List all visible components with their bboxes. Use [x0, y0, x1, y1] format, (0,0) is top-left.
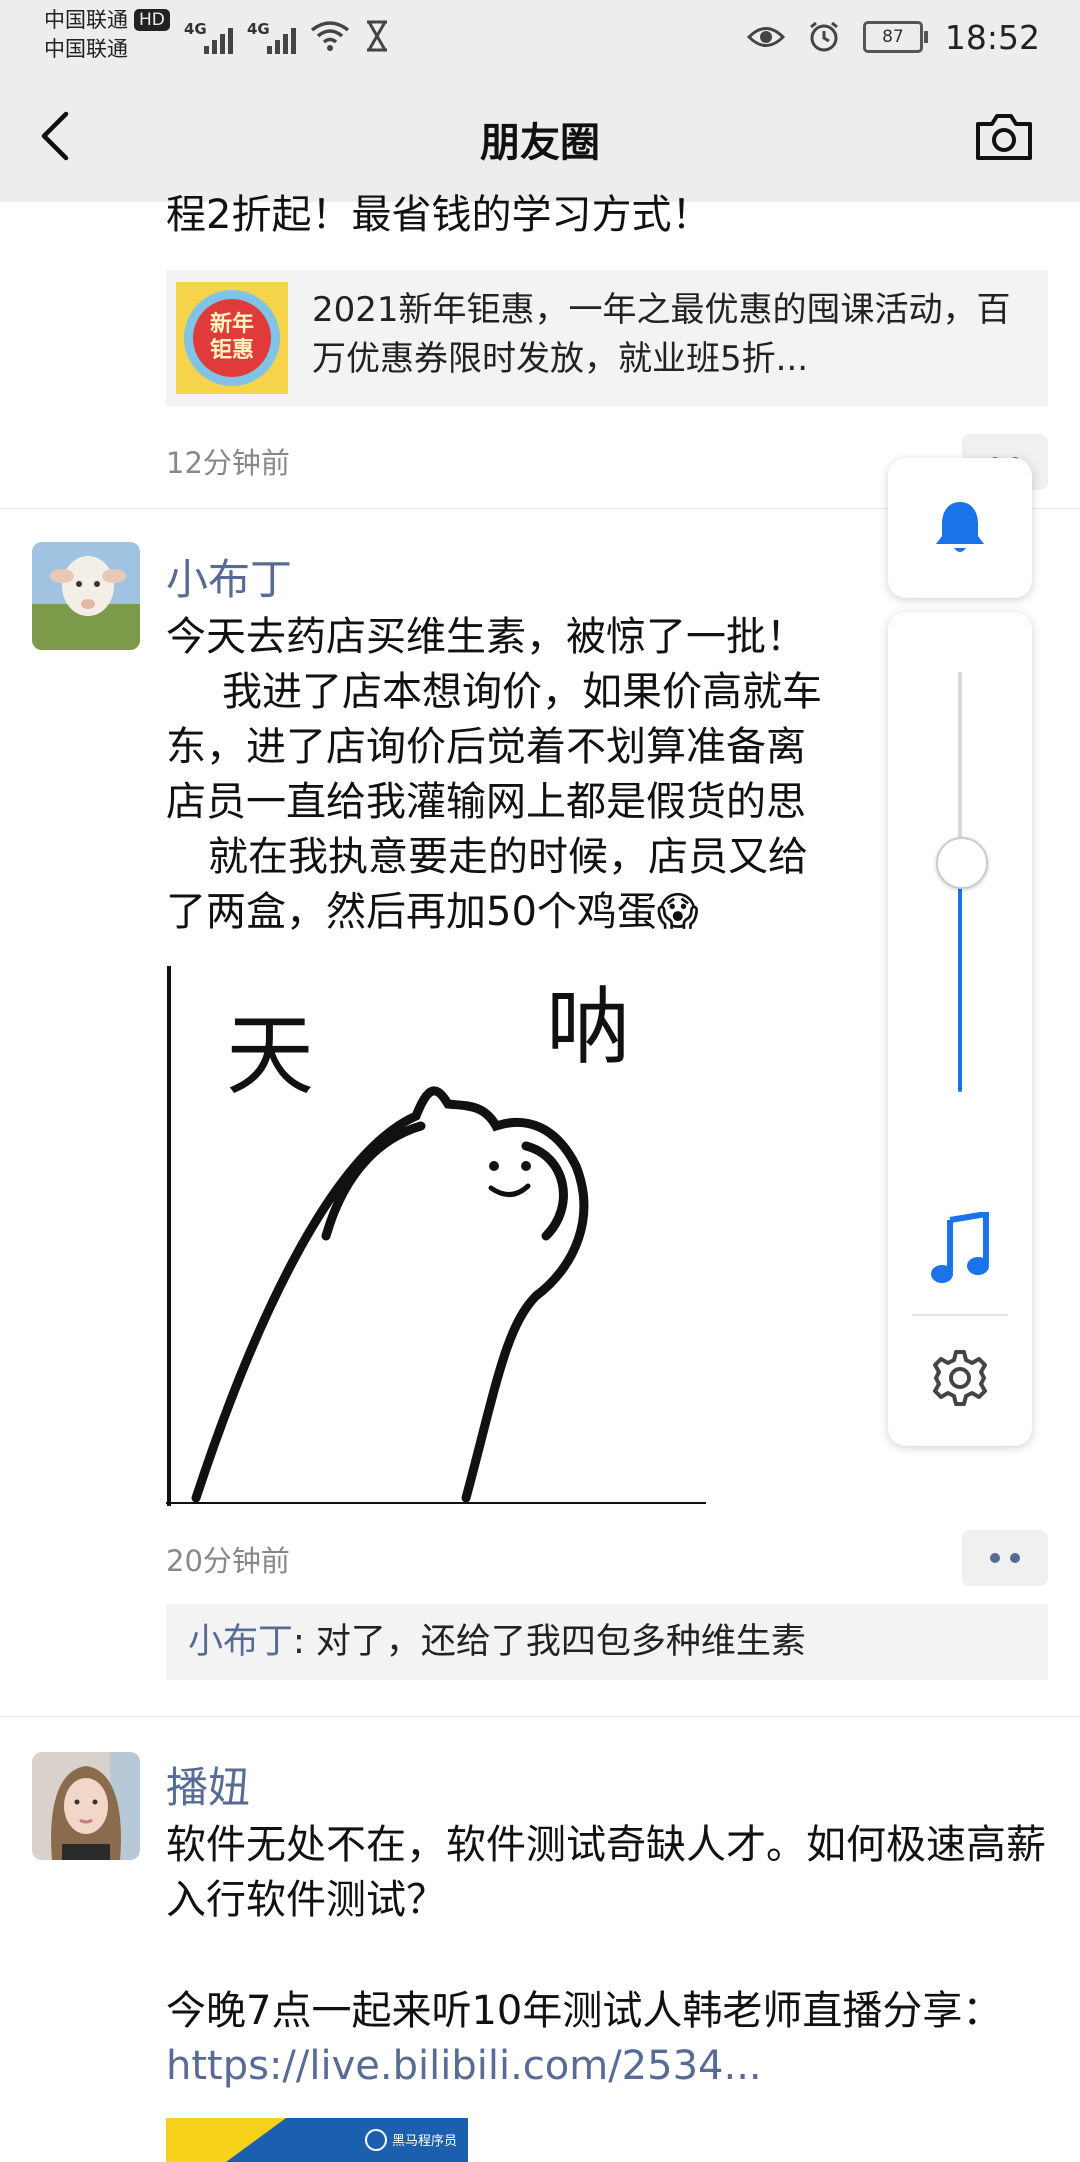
post-line-2: 我进了店本想询价，如果价高就车 — [222, 669, 822, 715]
bell-icon — [936, 502, 984, 552]
post-divider — [0, 1716, 1080, 1717]
post-line-1: 今天去药店买维生素，被惊了一批！ — [166, 614, 806, 660]
post-text-2: 今晚7点一起来听10年测试人韩老师直播分享： https://live.bilib… — [166, 1984, 1046, 2094]
sheep-avatar-image — [32, 542, 140, 650]
post-text-tail: 程2折起！最省钱的学习方式！ — [166, 192, 712, 238]
post-time: 20分钟前 — [166, 1544, 290, 1578]
post-line-4: 店员一直给我灌输网上都是假货的思 — [166, 779, 806, 825]
signal-icons: 4G 4G — [184, 14, 390, 58]
post-time: 12分钟前 — [166, 446, 290, 480]
music-note-icon[interactable] — [928, 1212, 992, 1288]
post-line-6: 了两盒，然后再加50个鸡蛋😱 — [166, 889, 699, 935]
thumb-label: 黑马程序员 — [392, 2134, 457, 2149]
signal-icon: 4G — [184, 18, 233, 54]
post-text: 软件无处不在，软件测试奇缺人才。如何极速高薪入行软件测试？ — [166, 1822, 1046, 1923]
post-line-3: 东，进了店询价后觉着不划算准备离 — [166, 724, 806, 770]
author-name[interactable]: 播妞 — [166, 1754, 250, 1815]
sticker-text-2: 呐 — [546, 978, 630, 1076]
comment-text: : 对了，还给了我四包多种维生素 — [293, 1622, 806, 1662]
avatar[interactable] — [32, 1752, 140, 1860]
hd-badge: HD — [134, 9, 170, 31]
notification-volume-button[interactable] — [888, 458, 1032, 598]
signal-icon-2: 4G — [247, 18, 296, 54]
status-right: 87 18:52 — [746, 0, 1040, 74]
post-image-thumb[interactable]: 黑马程序员 — [166, 2118, 468, 2162]
volume-slider[interactable] — [936, 672, 988, 1092]
network-type-1: 4G — [184, 20, 207, 38]
cat-sticker-image: 天 呐 — [166, 966, 706, 1506]
network-type-2: 4G — [247, 20, 270, 38]
comment-box: 小布丁: 对了，还给了我四包多种维生素 — [166, 1604, 1048, 1680]
post-image[interactable]: 天 呐 — [166, 966, 706, 1506]
volume-panel — [888, 612, 1032, 1446]
wifi-icon — [310, 21, 350, 51]
gear-icon[interactable] — [930, 1348, 990, 1408]
carrier-block: 中国联通 HD 中国联通 — [44, 6, 170, 64]
avatar[interactable] — [32, 542, 140, 650]
banner-thumb-image: 黑马程序员 — [166, 2118, 468, 2162]
battery-indicator: 87 — [862, 21, 928, 53]
carrier-2: 中国联通 — [44, 37, 128, 61]
carrier-1: 中国联通 — [44, 8, 128, 32]
comment-author[interactable]: 小布丁 — [166, 1622, 293, 1662]
thumb-text-1: 新年 — [209, 312, 254, 337]
sticker-text-1: 天 — [226, 1004, 314, 1107]
nav-bar: 朋友圈 — [0, 74, 1080, 202]
more-options-button[interactable] — [962, 1530, 1048, 1586]
link-card-title: 2021新年钜惠，一年之最优惠的囤课活动，百万优惠券限时发放，就业班5折... — [312, 290, 1011, 379]
girl-avatar-image — [32, 1752, 140, 1860]
camera-icon[interactable] — [974, 112, 1034, 162]
post-link[interactable]: https://live.bilibili.com/2534... — [166, 2043, 762, 2089]
page-title: 朋友圈 — [480, 120, 600, 166]
thumb-text-2: 钜惠 — [209, 338, 254, 363]
clock: 18:52 — [944, 17, 1040, 57]
alarm-icon — [809, 21, 838, 52]
hourglass-icon — [367, 20, 387, 52]
post-line-5: 就在我执意要走的时候，店员又给 — [208, 834, 808, 880]
volume-slider-fill — [958, 861, 962, 1092]
link-card-thumb: 新年 钜惠 — [176, 282, 288, 394]
status-bar: 中国联通 HD 中国联通 4G 4G 87 18:52 — [0, 0, 1080, 74]
post-text-2-prefix: 今晚7点一起来听10年测试人韩老师直播分享： — [166, 1988, 1003, 2034]
post-text: 今天去药店买维生素，被惊了一批！ 我进了店本想询价，如果价高就车 东，进了店询价… — [166, 610, 888, 940]
author-name[interactable]: 小布丁 — [166, 546, 292, 607]
eye-icon — [746, 27, 785, 47]
link-card[interactable]: 新年 钜惠 2021新年钜惠，一年之最优惠的囤课活动，百万优惠券限时发放，就业班… — [166, 270, 1048, 406]
volume-slider-handle[interactable] — [936, 837, 988, 889]
panel-divider — [912, 1314, 1008, 1316]
